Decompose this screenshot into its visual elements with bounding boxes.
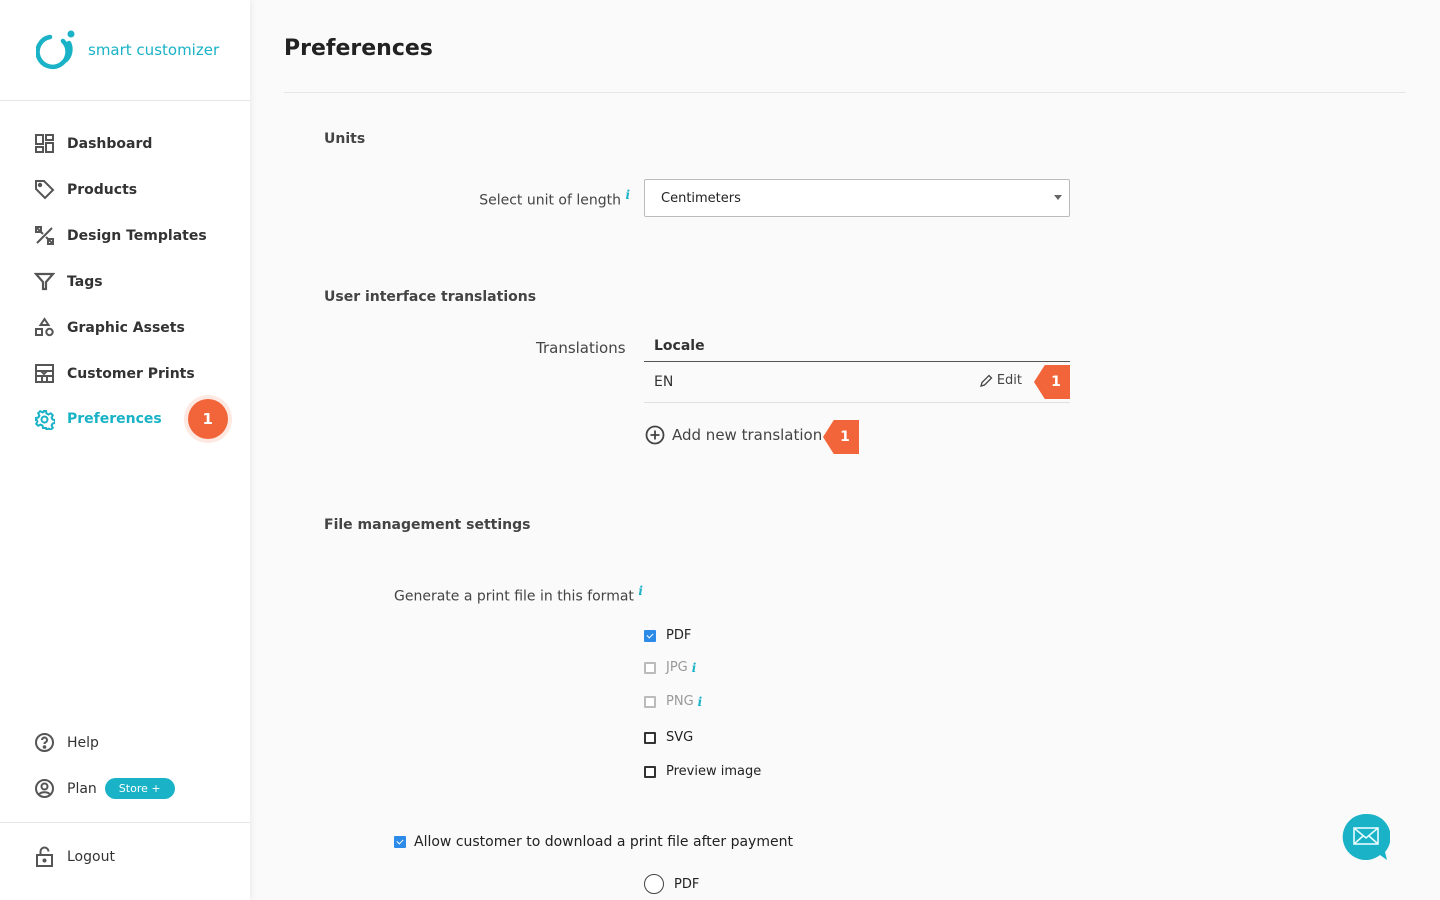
- format-checkbox-preview[interactable]: Preview image: [644, 764, 761, 779]
- radio-label: PDF: [674, 876, 700, 892]
- plus-circle-icon: [645, 425, 665, 445]
- notification-badge: 1: [187, 399, 228, 439]
- sidebar-item-tags[interactable]: Tags: [34, 271, 103, 292]
- format-checkbox-png: PNG i: [644, 694, 702, 709]
- gear-icon: [34, 409, 55, 430]
- add-translation-button[interactable]: Add new translation: [645, 425, 822, 445]
- notification-badge: 1: [823, 420, 859, 454]
- logo-icon: [36, 30, 75, 70]
- filter-icon: [34, 272, 55, 291]
- info-icon[interactable]: i: [625, 188, 630, 202]
- sidebar-item-label: Dashboard: [67, 135, 153, 152]
- sidebar-item-preferences[interactable]: Preferences 1: [34, 399, 228, 439]
- page-title: Preferences: [284, 36, 433, 61]
- sidebar-item-customer-prints[interactable]: Customer Prints: [34, 363, 195, 384]
- divider: [0, 100, 250, 101]
- sidebar-item-products[interactable]: Products: [34, 179, 137, 200]
- prints-icon: [35, 364, 54, 383]
- sidebar-item-label: Products: [67, 181, 138, 198]
- sidebar-item-graphic-assets[interactable]: Graphic Assets: [34, 317, 185, 338]
- checkbox-label: JPG: [666, 660, 688, 675]
- table-row: EN Edit: [644, 362, 1070, 403]
- divider: [0, 822, 250, 823]
- shapes-icon: [35, 317, 54, 337]
- sidebar-item-logout[interactable]: Logout: [34, 846, 115, 867]
- sidebar-item-label: Design Templates: [67, 227, 207, 244]
- format-checkbox-pdf[interactable]: PDF: [644, 628, 691, 643]
- checkbox: [644, 695, 656, 708]
- info-icon[interactable]: i: [698, 695, 703, 709]
- file-settings-heading: File management settings: [324, 517, 531, 533]
- checkbox-label: PNG: [666, 694, 694, 709]
- format-label: Generate a print file in this format i: [394, 584, 643, 605]
- allow-download-checkbox[interactable]: Allow customer to download a print file …: [394, 834, 793, 850]
- checkbox[interactable]: [644, 629, 656, 642]
- sidebar-item-label: Help: [67, 734, 99, 751]
- checkbox-label: Allow customer to download a print file …: [414, 834, 793, 850]
- unlock-icon: [36, 846, 53, 867]
- format-checkbox-jpg: JPG i: [644, 660, 696, 675]
- logo-text: smart customizer: [88, 41, 220, 59]
- locale-column-header: Locale: [644, 338, 1070, 362]
- checkbox-label: PDF: [666, 628, 692, 643]
- sidebar: smart customizer Dashboard Products Desi…: [0, 0, 250, 900]
- help-icon: [35, 733, 54, 752]
- pencil-icon: [979, 374, 993, 387]
- info-icon[interactable]: i: [692, 661, 697, 675]
- sidebar-item-label: Graphic Assets: [67, 319, 185, 336]
- edit-label: Edit: [996, 373, 1022, 388]
- sidebar-item-help[interactable]: Help: [34, 732, 99, 753]
- translations-label: Translations: [536, 339, 626, 357]
- design-tools-icon: [35, 226, 54, 245]
- format-label-text: Generate a print file in this format: [394, 588, 634, 605]
- unit-select[interactable]: Centimeters: [644, 179, 1070, 217]
- checkbox[interactable]: [644, 765, 656, 778]
- sidebar-item-design-templates[interactable]: Design Templates: [34, 225, 207, 246]
- info-icon[interactable]: i: [638, 584, 643, 598]
- translations-heading: User interface translations: [324, 289, 537, 305]
- checkbox[interactable]: [394, 836, 406, 848]
- dashboard-icon: [35, 134, 54, 153]
- sidebar-item-dashboard[interactable]: Dashboard: [34, 133, 152, 154]
- sidebar-item-label: Preferences: [67, 411, 162, 427]
- units-heading: Units: [324, 131, 366, 147]
- chevron-down-icon: [1054, 195, 1062, 204]
- unit-label-text: Select unit of length: [479, 192, 621, 209]
- sidebar-item-label: Plan: [67, 780, 97, 797]
- user-circle-icon: [35, 779, 54, 798]
- sidebar-item-label: Customer Prints: [67, 365, 195, 382]
- unit-select-value: Centimeters: [661, 191, 741, 206]
- radio[interactable]: [644, 874, 664, 894]
- tag-icon: [35, 180, 55, 200]
- download-format-radio-pdf[interactable]: PDF: [644, 874, 699, 894]
- sidebar-item-label: Logout: [67, 848, 115, 865]
- checkbox-label: SVG: [666, 730, 694, 745]
- add-translation-label: Add new translation: [672, 426, 823, 444]
- edit-button[interactable]: Edit: [979, 373, 1022, 388]
- checkbox-label: Preview image: [666, 764, 762, 779]
- logo[interactable]: smart customizer: [36, 30, 219, 70]
- checkbox[interactable]: [644, 731, 656, 744]
- sidebar-item-label: Tags: [67, 273, 103, 290]
- plan-badge[interactable]: Store +: [104, 778, 175, 799]
- sidebar-item-plan[interactable]: Plan Store +: [34, 778, 175, 799]
- divider: [284, 92, 1406, 93]
- checkbox: [644, 661, 656, 674]
- locale-cell: EN: [654, 374, 674, 390]
- format-checkbox-svg[interactable]: SVG: [644, 730, 693, 745]
- unit-label: Select unit of length i: [479, 188, 630, 209]
- mail-icon: [1342, 813, 1391, 860]
- chat-button[interactable]: [1342, 813, 1391, 861]
